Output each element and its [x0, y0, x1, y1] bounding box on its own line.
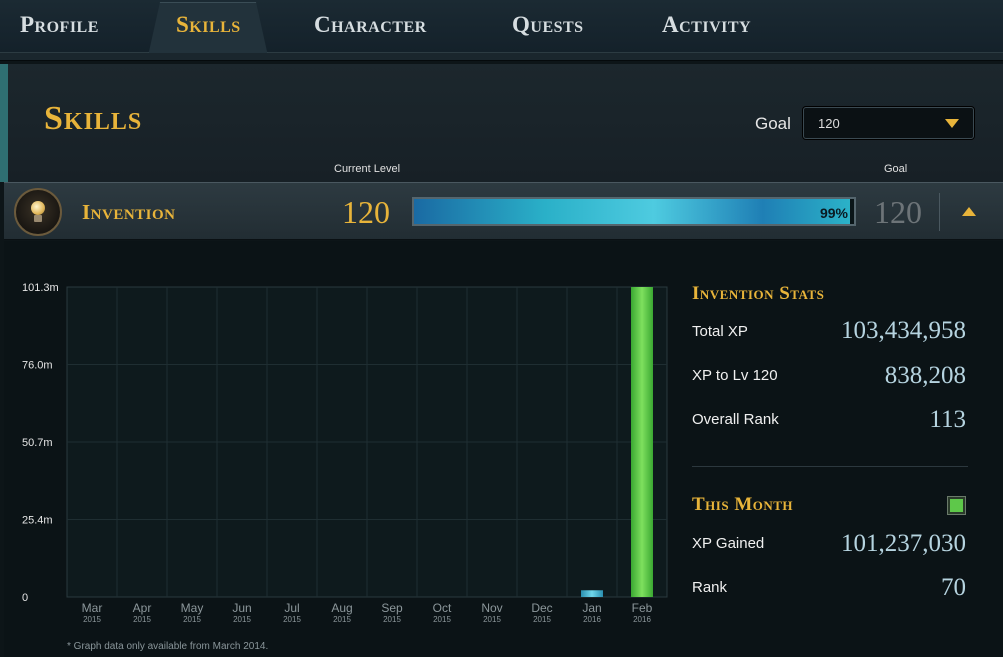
lightbulb-icon	[30, 201, 46, 223]
x-tick-month-label: Mar	[82, 601, 103, 615]
month-rank-label: Rank	[692, 579, 728, 596]
x-tick-year-label: 2016	[583, 615, 601, 624]
tab-quests[interactable]: Quests	[512, 12, 584, 38]
progress-fill	[414, 199, 850, 224]
skills-header: Skills Goal 120	[0, 64, 1003, 182]
x-tick-year-label: 2015	[483, 615, 501, 624]
overall-rank-value: 113	[929, 406, 966, 433]
current-level-column-label: Current Level	[334, 163, 401, 175]
x-tick-month-label: Feb	[632, 601, 653, 615]
top-nav: Profile Skills Character Quests Activity	[0, 0, 1003, 61]
x-tick-month-label: Jan	[582, 601, 601, 615]
y-tick-label: 76.0m	[22, 360, 53, 372]
x-tick-year-label: 2015	[333, 615, 351, 624]
goal-level-value: 120	[874, 194, 922, 230]
x-tick-year-label: 2015	[233, 615, 251, 624]
x-tick-year-label: 2015	[83, 615, 101, 624]
x-tick-month-label: Jun	[232, 601, 251, 615]
overall-rank-label: Overall Rank	[692, 411, 779, 428]
x-tick-year-label: 2015	[133, 615, 151, 624]
month-rank-value: 70	[941, 574, 966, 601]
y-tick-label: 25.4m	[22, 515, 53, 527]
x-tick-month-label: Aug	[331, 601, 352, 615]
collapse-arrow-icon[interactable]	[962, 207, 976, 216]
row-divider	[939, 193, 940, 231]
tab-profile[interactable]: Profile	[20, 12, 99, 38]
skill-icon-frame	[14, 188, 62, 236]
x-tick-year-label: 2015	[283, 615, 301, 624]
chart-bar-jan-2016	[581, 590, 603, 597]
xp-gained-label: XP Gained	[692, 535, 765, 552]
goal-select[interactable]: 120	[803, 107, 974, 139]
total-xp-value: 103,434,958	[841, 317, 966, 344]
x-tick-month-label: Apr	[133, 601, 152, 615]
goal-label: Goal	[755, 114, 791, 133]
this-month-legend-swatch	[948, 497, 965, 514]
x-tick-month-label: Jul	[284, 601, 299, 615]
skill-stats: Invention Stats Total XP 103,434,958 XP …	[692, 241, 972, 657]
page-title: Skills	[44, 100, 143, 137]
x-tick-month-label: Oct	[433, 601, 452, 615]
progress-percent: 99%	[819, 205, 848, 221]
tab-character[interactable]: Character	[314, 12, 427, 38]
y-tick-label: 101.3m	[22, 282, 59, 294]
this-month-title: This Month	[692, 494, 794, 515]
x-tick-year-label: 2015	[433, 615, 451, 624]
x-tick-year-label: 2016	[633, 615, 651, 624]
x-tick-month-label: Dec	[531, 601, 552, 615]
x-tick-month-label: Nov	[481, 601, 502, 615]
xp-gained-value: 101,237,030	[841, 530, 966, 557]
xp-history-chart: 025.4m50.7m76.0m101.3mMar2015Apr2015May2…	[22, 282, 668, 624]
stats-title: Invention Stats	[692, 283, 825, 304]
x-tick-month-label: Sep	[381, 601, 403, 615]
goal-select-value: 120	[818, 116, 840, 131]
total-xp-label: Total XP	[692, 323, 748, 340]
x-tick-year-label: 2015	[183, 615, 201, 624]
level-progress-bar: 99%	[412, 197, 856, 226]
x-tick-year-label: 2015	[533, 615, 551, 624]
tab-activity[interactable]: Activity	[662, 12, 751, 38]
goal-column-label: Goal	[884, 163, 908, 175]
tab-skills[interactable]: Skills	[176, 12, 241, 38]
stats-divider	[692, 466, 968, 467]
chart-bar-feb-2016	[631, 287, 653, 597]
x-tick-year-label: 2015	[383, 615, 401, 624]
chart-footnote: * Graph data only available from March 2…	[67, 641, 269, 652]
xp-to-level-value: 838,208	[884, 362, 966, 389]
skill-name: Invention	[82, 200, 176, 224]
y-tick-label: 50.7m	[22, 437, 53, 449]
skill-row-invention[interactable]: Invention 120 99% 120	[4, 182, 1003, 240]
xp-to-level-label: XP to Lv 120	[692, 367, 778, 384]
y-tick-label: 0	[22, 592, 28, 604]
chevron-down-icon	[945, 119, 959, 128]
x-tick-month-label: May	[181, 601, 204, 615]
current-level-value: 120	[342, 194, 390, 230]
